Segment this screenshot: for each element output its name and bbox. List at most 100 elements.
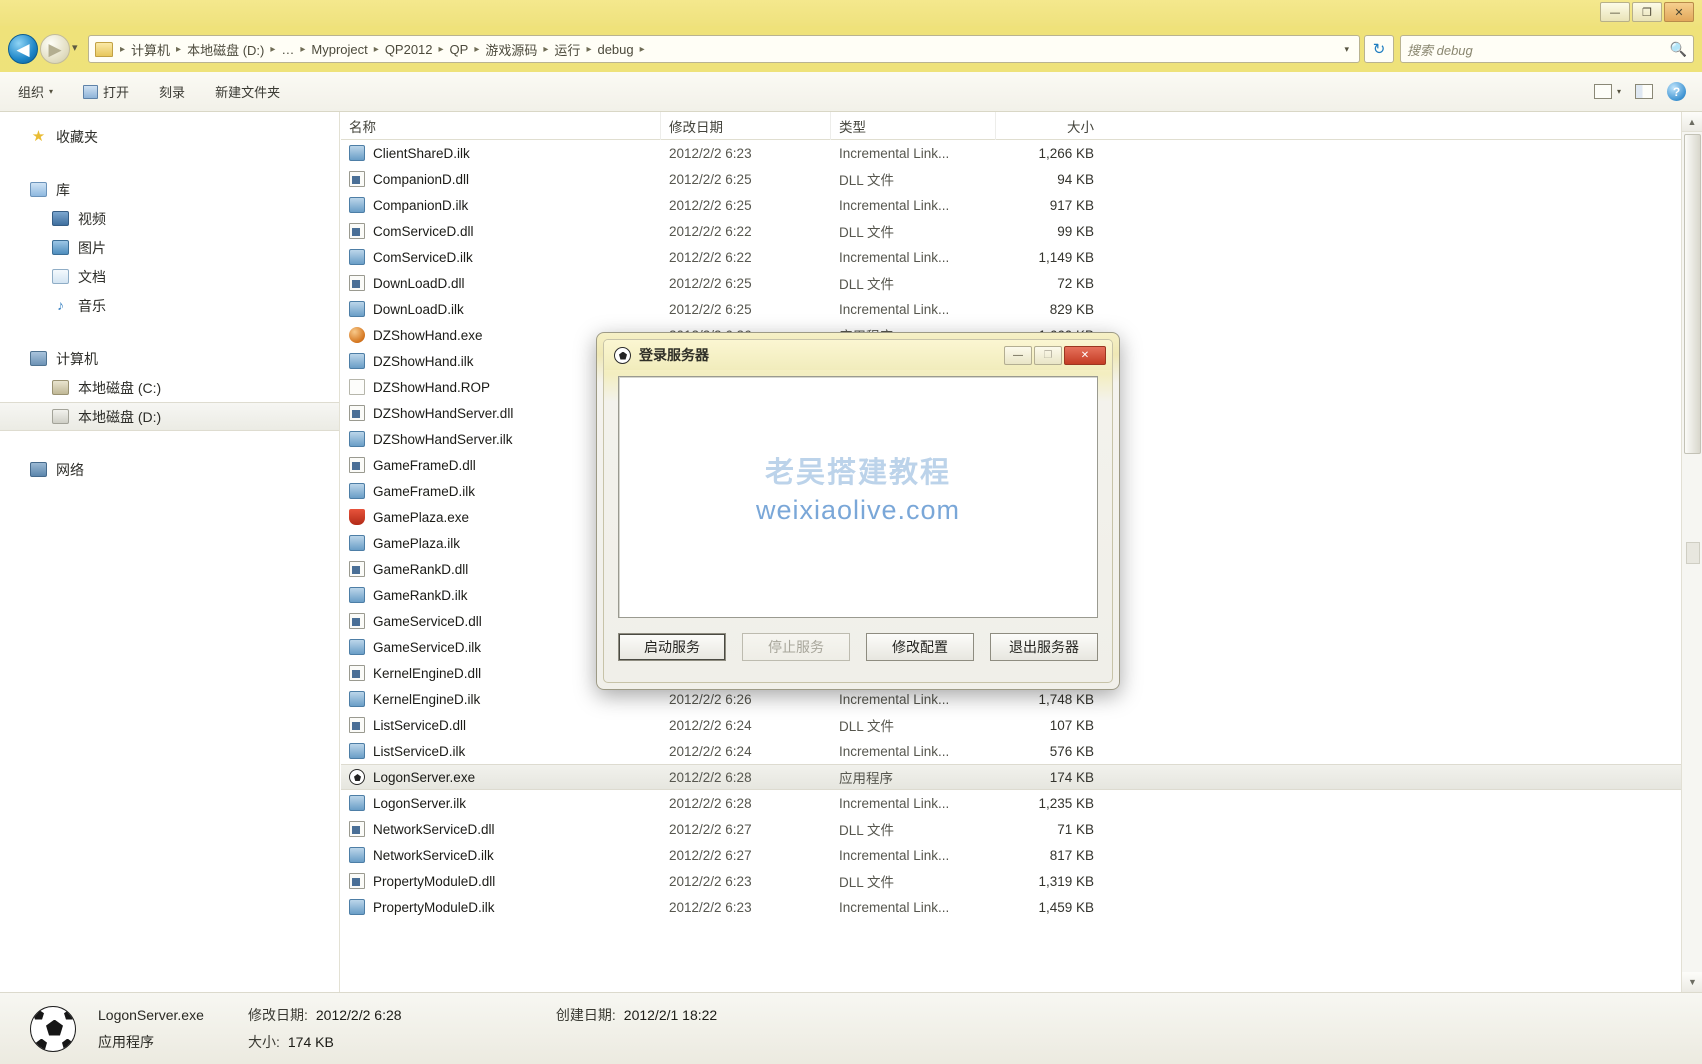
refresh-button[interactable]: ↻ (1364, 35, 1394, 63)
table-row[interactable]: CompanionD.dll2012/2/2 6:25DLL 文件94 KB (341, 166, 1681, 192)
breadcrumb-item-7[interactable]: 运行 (551, 38, 583, 61)
sidebar-group-网络[interactable]: 网络 (0, 455, 339, 484)
table-row[interactable]: ListServiceD.ilk2012/2/2 6:24Incremental… (341, 738, 1681, 764)
dll-file-icon (349, 613, 365, 629)
dialog-inner: 登录服务器 — ❐ ✕ 老吴搭建教程 weixiaolive.com 启动服务 … (603, 339, 1113, 683)
table-row[interactable]: NetworkServiceD.ilk2012/2/2 6:27Incremen… (341, 842, 1681, 868)
file-date-cell: 2012/2/2 6:23 (661, 900, 831, 915)
dialog-close-button[interactable]: ✕ (1064, 346, 1106, 365)
organize-button[interactable]: 组织 ▾ (6, 78, 65, 105)
file-date-cell: 2012/2/2 6:22 (661, 224, 831, 239)
dialog-log-area[interactable]: 老吴搭建教程 weixiaolive.com (618, 376, 1098, 618)
sidebar-item-图片[interactable]: 图片 (0, 233, 339, 262)
table-row[interactable]: NetworkServiceD.dll2012/2/2 6:27DLL 文件71… (341, 816, 1681, 842)
file-name-label: CompanionD.ilk (373, 198, 468, 213)
minimize-button[interactable]: — (1600, 2, 1630, 22)
file-size-cell: 817 KB (996, 848, 1106, 863)
dll-file-icon (349, 665, 365, 681)
file-name-label: DZShowHand.exe (373, 328, 483, 343)
sidebar-group-计算机[interactable]: 计算机 (0, 344, 339, 373)
file-name-label: GameServiceD.dll (373, 614, 482, 629)
sidebar-group-label: 库 (56, 180, 70, 200)
sidebar-item-本地磁盘 (D:)[interactable]: 本地磁盘 (D:) (0, 402, 339, 431)
close-button[interactable]: ✕ (1664, 2, 1694, 22)
column-header-size[interactable]: 大小 (996, 112, 1106, 140)
search-input[interactable]: 搜索 debug (1407, 40, 1473, 59)
table-row[interactable]: LogonServer.exe2012/2/2 6:28应用程序174 KB (341, 764, 1681, 790)
table-row[interactable]: ListServiceD.dll2012/2/2 6:24DLL 文件107 K… (341, 712, 1681, 738)
sidebar-group-收藏夹[interactable]: ★收藏夹 (0, 122, 339, 151)
breadcrumb-separator: ▸ (583, 44, 594, 55)
change-view-button[interactable]: ▾ (1594, 84, 1621, 99)
maximize-button[interactable]: ❐ (1632, 2, 1662, 22)
organize-label: 组织 (18, 82, 44, 101)
open-button[interactable]: 打开 (71, 78, 141, 105)
window-caption-buttons: — ❐ ✕ (1600, 2, 1694, 22)
search-box[interactable]: 搜索 debug 🔍 (1400, 35, 1694, 63)
breadcrumb-item-2[interactable]: … (278, 40, 297, 59)
file-size-cell: 1,748 KB (996, 692, 1106, 707)
scroll-up-button[interactable]: ▲ (1682, 112, 1702, 132)
ball-icon (349, 769, 365, 785)
sidebar-item-视频[interactable]: 视频 (0, 204, 339, 233)
column-header-date[interactable]: 修改日期 (661, 112, 831, 140)
new-folder-button[interactable]: 新建文件夹 (203, 78, 292, 105)
sidebar-item-本地磁盘 (C:)[interactable]: 本地磁盘 (C:) (0, 373, 339, 402)
vertical-scrollbar[interactable]: ▲ ▼ (1681, 112, 1702, 992)
chevron-down-icon: ▾ (1617, 87, 1621, 96)
ilk-file-icon (349, 847, 365, 863)
breadcrumb-item-4[interactable]: QP2012 (382, 40, 436, 59)
table-row[interactable]: PropertyModuleD.ilk2012/2/2 6:23Incremen… (341, 894, 1681, 920)
address-bar[interactable]: ▸计算机▸本地磁盘 (D:)▸…▸Myproject▸QP2012▸QP▸游戏源… (88, 35, 1360, 63)
forward-button[interactable]: ▶ (40, 34, 70, 64)
file-date-cell: 2012/2/2 6:27 (661, 822, 831, 837)
sidebar-item-音乐[interactable]: ♪音乐 (0, 291, 339, 320)
breadcrumb-item-5[interactable]: QP (447, 40, 472, 59)
file-name-label: GameFrameD.ilk (373, 484, 475, 499)
column-header-name[interactable]: 名称 (341, 112, 661, 140)
back-button[interactable]: ◀ (8, 34, 38, 64)
column-header-type[interactable]: 类型 (831, 112, 996, 140)
sidebar-item-label: 本地磁盘 (C:) (78, 378, 161, 398)
modify-config-button[interactable]: 修改配置 (866, 633, 974, 661)
breadcrumb-separator: ▸ (637, 44, 648, 55)
table-row[interactable]: ClientShareD.ilk2012/2/2 6:23Incremental… (341, 140, 1681, 166)
burn-button[interactable]: 刻录 (147, 78, 197, 105)
help-icon[interactable]: ? (1667, 82, 1686, 101)
file-name-label: DownLoadD.ilk (373, 302, 464, 317)
file-size-cell: 576 KB (996, 744, 1106, 759)
table-row[interactable]: ComServiceD.ilk2012/2/2 6:22Incremental … (341, 244, 1681, 270)
scroll-down-button[interactable]: ▼ (1682, 972, 1702, 992)
breadcrumb-item-6[interactable]: 游戏源码 (482, 38, 540, 61)
table-row[interactable]: DownLoadD.ilk2012/2/2 6:25Incremental Li… (341, 296, 1681, 322)
exit-server-button[interactable]: 退出服务器 (990, 633, 1098, 661)
sidebar-group-库[interactable]: 库 (0, 175, 339, 204)
ilk-file-icon (349, 535, 365, 551)
logon-server-dialog[interactable]: 登录服务器 — ❐ ✕ 老吴搭建教程 weixiaolive.com 启动服务 … (596, 332, 1120, 690)
dialog-maximize-button: ❐ (1034, 346, 1062, 365)
table-row[interactable]: ComServiceD.dll2012/2/2 6:22DLL 文件99 KB (341, 218, 1681, 244)
breadcrumb-item-3[interactable]: Myproject (308, 40, 370, 59)
breadcrumb-item-1[interactable]: 本地磁盘 (D:) (184, 38, 267, 61)
file-name-label: GameRankD.ilk (373, 588, 468, 603)
preview-pane-icon[interactable] (1635, 84, 1653, 99)
sidebar-item-文档[interactable]: 文档 (0, 262, 339, 291)
dialog-minimize-button[interactable]: — (1004, 346, 1032, 365)
dialog-titlebar[interactable]: 登录服务器 — ❐ ✕ (604, 340, 1112, 370)
table-row[interactable]: CompanionD.ilk2012/2/2 6:25Incremental L… (341, 192, 1681, 218)
breadcrumb-separator: ▸ (173, 44, 184, 55)
recent-locations-button[interactable]: ▾ (72, 41, 78, 54)
table-row[interactable]: PropertyModuleD.dll2012/2/2 6:23DLL 文件1,… (341, 868, 1681, 894)
table-row[interactable]: LogonServer.ilk2012/2/2 6:28Incremental … (341, 790, 1681, 816)
file-date-cell: 2012/2/2 6:24 (661, 718, 831, 733)
file-size-cell: 829 KB (996, 302, 1106, 317)
scrollbar-thumb[interactable] (1684, 134, 1701, 454)
breadcrumb-item-0[interactable]: 计算机 (128, 38, 173, 61)
file-type-cell: Incremental Link... (831, 900, 996, 915)
start-service-button[interactable]: 启动服务 (618, 633, 726, 661)
file-name-cell: KernelEngineD.ilk (341, 691, 661, 707)
address-dropdown-icon[interactable]: ▾ (1336, 44, 1357, 55)
breadcrumb-separator: ▸ (436, 44, 447, 55)
breadcrumb-item-8[interactable]: debug (594, 40, 636, 59)
table-row[interactable]: DownLoadD.dll2012/2/2 6:25DLL 文件72 KB (341, 270, 1681, 296)
